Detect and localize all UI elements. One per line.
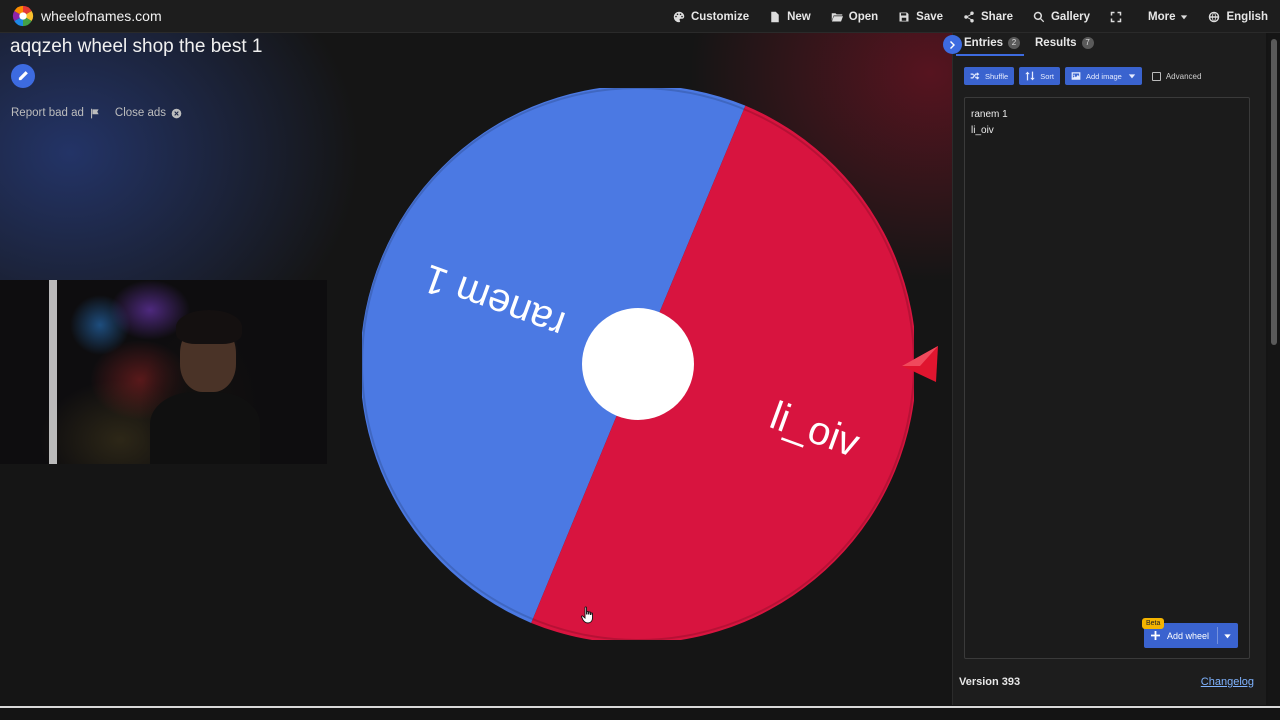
add-image-label: Add image <box>1085 71 1122 81</box>
customize-button[interactable]: Customize <box>673 11 749 23</box>
edit-title-button[interactable] <box>11 64 35 88</box>
new-file-icon <box>771 11 779 22</box>
brand-link[interactable]: wheelofnames.com <box>12 5 162 27</box>
pencil-icon <box>18 71 28 81</box>
page-scrollbar[interactable] <box>1268 33 1280 705</box>
entry-line: li_oiv <box>971 125 994 136</box>
report-bad-ad-link[interactable]: Report bad ad <box>11 107 100 119</box>
advanced-checkbox[interactable]: Advanced <box>1151 71 1202 81</box>
sort-label: Sort <box>1040 71 1054 81</box>
button-divider <box>1217 627 1218 644</box>
bottom-strip <box>0 708 1280 720</box>
scrollbar-thumb[interactable] <box>1271 39 1277 345</box>
tab-entries[interactable]: Entries 2 <box>964 37 1020 49</box>
close-ads-label: Close ads <box>114 107 167 119</box>
gallery-button[interactable]: Gallery <box>1033 11 1090 23</box>
advanced-label: Advanced <box>1165 71 1202 81</box>
shuffle-button[interactable]: Shuffle <box>964 67 1015 85</box>
save-label: Save <box>916 10 944 23</box>
image-icon <box>1071 72 1081 80</box>
webcam-person-hair <box>176 310 242 344</box>
save-button[interactable]: Save <box>898 11 943 23</box>
customize-label: Customize <box>690 10 750 23</box>
report-bad-ad-label: Report bad ad <box>11 107 84 119</box>
open-button[interactable]: Open <box>831 11 878 23</box>
results-count-badge: 7 <box>1081 37 1094 49</box>
wheel-hub[interactable] <box>582 308 694 420</box>
chevron-right-icon <box>949 40 955 49</box>
active-tab-indicator <box>956 54 1024 56</box>
panel-tabs: Entries 2 Results 7 <box>943 33 1267 57</box>
hide-panel-button[interactable] <box>943 35 962 54</box>
entries-textarea[interactable]: ranem 1 li_oiv <box>964 97 1250 659</box>
language-label: English <box>1226 10 1268 23</box>
palette-icon <box>673 11 685 22</box>
close-circle-icon <box>171 108 182 118</box>
hand-cursor-icon <box>581 606 593 624</box>
version-label: Version 393 <box>959 676 1021 688</box>
webcam-overlay <box>0 280 327 464</box>
tab-entries-label: Entries <box>964 37 1003 49</box>
new-button[interactable]: New <box>769 11 811 23</box>
entry-line: ranem 1 <box>971 109 1008 120</box>
webcam-person-body <box>150 392 260 464</box>
share-button[interactable]: Share <box>963 11 1013 23</box>
close-ads-link[interactable]: Close ads <box>115 107 182 119</box>
webcam-pole <box>49 280 57 464</box>
shuffle-icon <box>970 72 980 80</box>
tab-results-label: Results <box>1035 37 1077 49</box>
share-icon <box>964 11 974 22</box>
wheel-title: aqqzeh wheel shop the best 1 <box>10 36 263 57</box>
main-menu: Customize New Open Save Share Gallery Mo… <box>653 0 1268 33</box>
fullscreen-button[interactable] <box>1110 11 1128 23</box>
share-label: Share <box>981 10 1013 23</box>
chevron-down-icon <box>1128 74 1136 79</box>
language-button[interactable]: English <box>1208 11 1268 23</box>
more-button[interactable]: More <box>1148 11 1188 23</box>
changelog-link[interactable]: Changelog <box>1201 676 1254 688</box>
entries-count-badge: 2 <box>1008 37 1020 49</box>
open-label: Open <box>848 10 879 23</box>
sort-button[interactable]: Sort <box>1019 67 1060 85</box>
beta-badge: Beta <box>1142 618 1165 629</box>
add-wheel-label: Add wheel <box>1167 630 1210 641</box>
chevron-down-icon[interactable] <box>1223 632 1232 640</box>
more-label: More <box>1147 10 1176 23</box>
globe-icon <box>1209 11 1220 22</box>
new-label: New <box>787 10 811 23</box>
checkbox-box <box>1151 71 1161 81</box>
wheel-pointer-icon <box>902 346 938 382</box>
plus-icon <box>1151 631 1160 640</box>
folder-open-icon <box>831 12 843 21</box>
entries-toolbar: Shuffle Sort Add image Advanced <box>964 67 1201 85</box>
flag-icon <box>90 108 99 118</box>
spin-wheel[interactable]: ranem 1 li_oiv <box>362 88 914 640</box>
site-name: wheelofnames.com <box>41 8 162 24</box>
chevron-down-icon <box>1181 14 1188 19</box>
search-icon <box>1033 11 1045 22</box>
sort-icon <box>1025 71 1035 81</box>
top-bar: wheelofnames.com Customize New Open Save… <box>0 0 1280 33</box>
fullscreen-icon <box>1110 11 1122 22</box>
add-image-button[interactable]: Add image <box>1064 67 1142 85</box>
ad-links: Report bad ad Close ads <box>11 107 197 119</box>
gallery-label: Gallery <box>1050 10 1090 23</box>
tab-results[interactable]: Results 7 <box>1035 37 1094 49</box>
wheel-logo-icon <box>12 5 34 27</box>
shuffle-label: Shuffle <box>985 71 1009 81</box>
entries-panel: Entries 2 Results 7 Shuffle Sort Add ima… <box>943 33 1267 705</box>
save-icon <box>899 12 909 21</box>
